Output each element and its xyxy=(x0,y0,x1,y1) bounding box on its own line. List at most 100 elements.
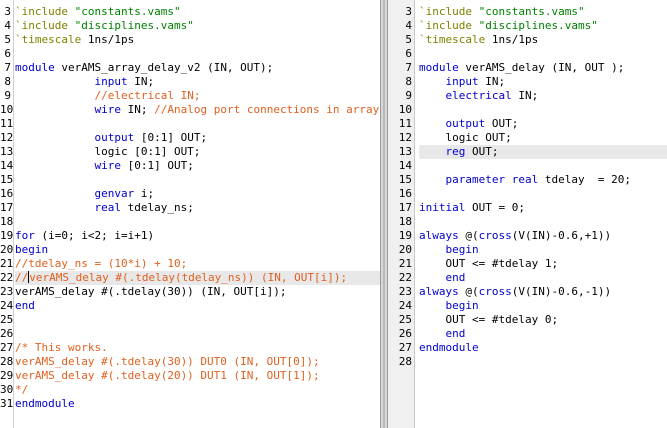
line-number: 24 xyxy=(398,299,412,312)
token-directive: `include xyxy=(419,5,472,18)
code-area[interactable]: `include "constants.vams" `include "disci… xyxy=(419,0,667,428)
code-line[interactable]: `include "disciplines.vams" xyxy=(15,19,380,33)
token-string: "constants.vams" xyxy=(478,5,585,18)
token-keyword: initial xyxy=(419,201,466,214)
code-line[interactable]: begin xyxy=(419,299,667,313)
line-number: 18 xyxy=(398,215,412,228)
code-line[interactable] xyxy=(419,159,667,173)
code-line[interactable] xyxy=(15,47,380,61)
code-line[interactable]: end xyxy=(419,271,667,285)
code-line[interactable]: input IN; xyxy=(419,75,667,89)
line-number: 11 xyxy=(0,117,14,130)
token-keyword: begin xyxy=(445,243,479,256)
code-line[interactable]: output OUT; xyxy=(419,117,667,131)
code-line[interactable]: //tdelay_ns = (10*i) + 10; xyxy=(15,257,380,271)
code-line[interactable]: electrical IN; xyxy=(419,89,667,103)
code-line[interactable]: logic [0:1] OUT; xyxy=(15,145,380,159)
code-line[interactable]: module verAMS_delay (IN, OUT ); xyxy=(419,61,667,75)
token: tdelay_ns; xyxy=(120,201,194,214)
line-number: 26 xyxy=(398,327,412,340)
code-line[interactable]: module verAMS_array_delay_v2 (IN, OUT); xyxy=(15,61,380,75)
token: OUT <= #tdelay 0; xyxy=(419,313,559,326)
line-number: 22 xyxy=(0,271,14,284)
code-line[interactable]: verAMS_delay #(.tdelay(20)) DUT1 (IN, OU… xyxy=(15,369,380,383)
line-number: 13 xyxy=(0,145,14,158)
code-line[interactable]: end xyxy=(15,299,380,313)
current-code-line[interactable]: //verAMS_delay #(.tdelay(tdelay_ns)) (IN… xyxy=(15,271,380,285)
code-line[interactable]: input IN; xyxy=(15,75,380,89)
code-line[interactable]: parameter real tdelay = 20; xyxy=(419,173,667,187)
code-line[interactable]: wire IN; //Analog port connections in ar… xyxy=(15,103,380,117)
code-line[interactable]: verAMS_delay #(.tdelay(30)) (IN, OUT[i])… xyxy=(15,285,380,299)
code-line[interactable] xyxy=(419,47,667,61)
code-line[interactable]: `include "constants.vams" xyxy=(15,5,380,19)
code-line[interactable]: OUT <= #tdelay 1; xyxy=(419,257,667,271)
code-line[interactable] xyxy=(15,117,380,131)
current-code-line[interactable]: reg OUT; xyxy=(419,145,667,159)
token-keyword: module xyxy=(15,61,55,74)
code-line[interactable]: initial OUT = 0; xyxy=(419,201,667,215)
token-comment: //tdelay_ns = (10*i) + 10; xyxy=(15,257,188,270)
right-editor-pane[interactable]: 3 4 5 6 7 8 9 10 11 12 13 14 15 16 17 18 19 20 21 22 23 24 25 2… xyxy=(388,0,667,428)
code-line[interactable]: always @(cross(V(IN)-0.6,-1)) xyxy=(419,285,667,299)
token-keyword: input xyxy=(445,75,479,88)
line-number: 28 xyxy=(398,355,412,368)
code-line[interactable]: `include "constants.vams" xyxy=(419,5,667,19)
token-comment: /* This works. xyxy=(15,341,108,354)
line-number: 6 xyxy=(405,47,412,60)
code-line[interactable]: /* This works. xyxy=(15,341,380,355)
token-keyword: module xyxy=(419,61,459,74)
token-comment: // xyxy=(15,271,29,284)
code-line[interactable]: endmodule xyxy=(419,341,667,355)
code-area[interactable]: `include "constants.vams" `include "disci… xyxy=(15,0,380,428)
line-number: 19 xyxy=(0,229,14,242)
code-line[interactable] xyxy=(419,187,667,201)
code-line[interactable]: `include "disciplines.vams" xyxy=(419,19,667,33)
token-comment: //Analog port connections in array xyxy=(154,103,380,116)
line-number: 8 xyxy=(4,75,11,88)
code-line[interactable]: verAMS_delay #(.tdelay(30)) DUT0 (IN, OU… xyxy=(15,355,380,369)
token-comment: verAMS_delay #(.tdelay(30)) DUT0 (IN, OU… xyxy=(15,355,320,368)
code-line[interactable]: `timescale 1ns/1ps xyxy=(419,33,667,47)
token-directive: `timescale xyxy=(15,33,82,46)
code-line[interactable] xyxy=(419,215,667,229)
code-line[interactable]: real tdelay_ns; xyxy=(15,201,380,215)
token-comment: */ xyxy=(15,383,29,396)
code-line[interactable]: endmodule xyxy=(15,397,380,411)
token: OUT = 0; xyxy=(465,201,525,214)
code-line[interactable]: always @(cross(V(IN)-0.6,+1)) xyxy=(419,229,667,243)
line-number: 7 xyxy=(4,61,11,74)
code-line[interactable] xyxy=(15,173,380,187)
code-line[interactable] xyxy=(15,327,380,341)
code-line[interactable]: */ xyxy=(15,383,380,397)
code-line[interactable]: `timescale 1ns/1ps xyxy=(15,33,380,47)
line-number: 11 xyxy=(398,117,412,130)
line-number: 14 xyxy=(0,159,14,172)
splitter-grip[interactable] xyxy=(383,0,385,428)
code-line[interactable]: begin xyxy=(419,243,667,257)
left-editor-pane[interactable]: 3 4 5 6 7 8 9 10 11 12 13 14 15 16 17 18 19 20 21 22 23 24 25 2… xyxy=(0,0,380,428)
code-line[interactable]: output [0:1] OUT; xyxy=(15,131,380,145)
line-number: 12 xyxy=(0,131,14,144)
code-line[interactable]: logic OUT; xyxy=(419,131,667,145)
token: tdelay = 20; xyxy=(538,173,631,186)
code-line[interactable]: begin xyxy=(15,243,380,257)
code-line[interactable]: OUT <= #tdelay 0; xyxy=(419,313,667,327)
code-line[interactable] xyxy=(419,103,667,117)
code-line[interactable]: genvar i; xyxy=(15,187,380,201)
code-line[interactable]: end xyxy=(419,327,667,341)
pane-splitter[interactable] xyxy=(380,0,388,428)
code-line[interactable]: //electrical IN; xyxy=(15,89,380,103)
code-line[interactable]: for (i=0; i<2; i=i+1) xyxy=(15,229,380,243)
code-line[interactable] xyxy=(419,355,667,369)
line-number: 13 xyxy=(398,145,412,158)
code-line[interactable] xyxy=(15,215,380,229)
line-number: 17 xyxy=(0,201,14,214)
code-line[interactable] xyxy=(15,313,380,327)
line-number: 23 xyxy=(398,285,412,298)
token-keyword: always xyxy=(419,285,459,298)
code-line[interactable]: wire [0:1] OUT; xyxy=(15,159,380,173)
